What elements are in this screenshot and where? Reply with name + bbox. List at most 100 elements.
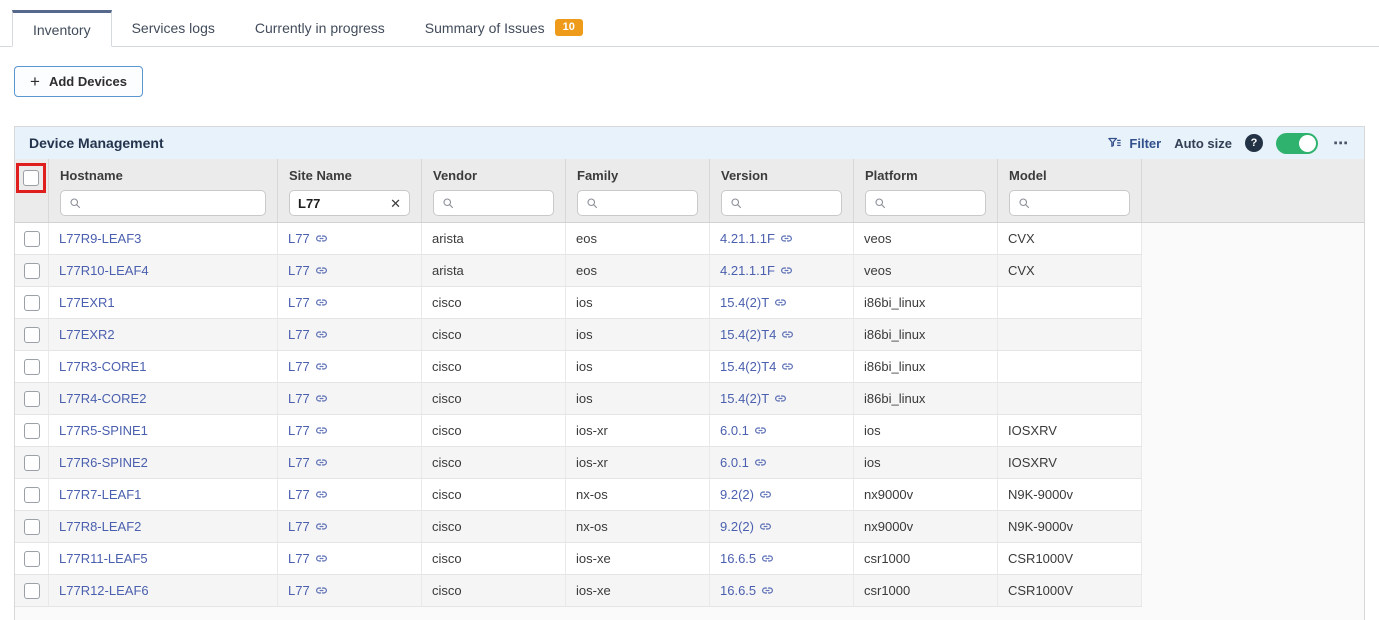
filter-input-version[interactable] bbox=[748, 196, 833, 210]
column-filter-platform[interactable] bbox=[865, 190, 986, 216]
filter-button[interactable]: Filter bbox=[1107, 136, 1161, 151]
site-link-label: L77 bbox=[288, 391, 310, 406]
version-link[interactable]: 16.6.5 bbox=[720, 583, 774, 598]
vendor-cell: cisco bbox=[422, 351, 566, 382]
filter-input-model[interactable] bbox=[1036, 196, 1121, 210]
version-link[interactable]: 15.4(2)T bbox=[720, 391, 787, 406]
site-link[interactable]: L77 bbox=[288, 551, 328, 566]
hostname-link[interactable]: L77R9-LEAF3 bbox=[59, 231, 141, 246]
site-link[interactable]: L77 bbox=[288, 327, 328, 342]
site-link[interactable]: L77 bbox=[288, 519, 328, 534]
hostname-link[interactable]: L77R11-LEAF5 bbox=[59, 551, 148, 566]
hostname-link[interactable]: L77R7-LEAF1 bbox=[59, 487, 141, 502]
version-link[interactable]: 4.21.1.1F bbox=[720, 231, 793, 246]
site-link[interactable]: L77 bbox=[288, 359, 328, 374]
version-link[interactable]: 15.4(2)T4 bbox=[720, 359, 794, 374]
autosize-toggle[interactable] bbox=[1276, 133, 1318, 154]
site-link[interactable]: L77 bbox=[288, 455, 328, 470]
site-link[interactable]: L77 bbox=[288, 487, 328, 502]
site-link[interactable]: L77 bbox=[288, 391, 328, 406]
site-link[interactable]: L77 bbox=[288, 263, 328, 278]
add-devices-button[interactable]: + Add Devices bbox=[14, 66, 143, 97]
hostname-link[interactable]: L77R10-LEAF4 bbox=[59, 263, 149, 278]
row-checkbox[interactable] bbox=[24, 519, 40, 535]
select-all-checkbox[interactable] bbox=[23, 170, 39, 186]
filter-input-family[interactable] bbox=[604, 196, 689, 210]
column-filter-hostname[interactable] bbox=[60, 190, 266, 216]
model-text: N9K-9000v bbox=[1008, 519, 1073, 534]
column-label-model[interactable]: Model bbox=[1009, 168, 1130, 183]
hostname-link[interactable]: L77R5-SPINE1 bbox=[59, 423, 148, 438]
version-link[interactable]: 15.4(2)T4 bbox=[720, 327, 794, 342]
version-link[interactable]: 6.0.1 bbox=[720, 455, 767, 470]
row-checkbox[interactable] bbox=[24, 327, 40, 343]
row-checkbox[interactable] bbox=[24, 295, 40, 311]
tab-inventory[interactable]: Inventory bbox=[12, 10, 112, 47]
version-link[interactable]: 6.0.1 bbox=[720, 423, 767, 438]
column-label-vendor[interactable]: Vendor bbox=[433, 168, 554, 183]
link-icon bbox=[754, 456, 767, 469]
tab-services-logs-label: Services logs bbox=[132, 20, 215, 36]
row-checkbox[interactable] bbox=[24, 551, 40, 567]
more-options-icon[interactable]: ⋯ bbox=[1331, 134, 1350, 152]
family-cell: eos bbox=[566, 223, 710, 254]
hostname-link[interactable]: L77R8-LEAF2 bbox=[59, 519, 141, 534]
table-row: L77EXR2L77ciscoios15.4(2)T4i86bi_linux bbox=[15, 319, 1142, 351]
row-checkbox-cell bbox=[15, 255, 49, 286]
site-link[interactable]: L77 bbox=[288, 295, 328, 310]
column-filter-site[interactable]: ✕ bbox=[289, 190, 410, 216]
column-filter-vendor[interactable] bbox=[433, 190, 554, 216]
row-checkbox[interactable] bbox=[24, 231, 40, 247]
clear-filter-icon[interactable]: ✕ bbox=[390, 197, 401, 210]
column-filter-family[interactable] bbox=[577, 190, 698, 216]
column-label-platform[interactable]: Platform bbox=[865, 168, 986, 183]
tab-currently-in-progress[interactable]: Currently in progress bbox=[235, 9, 405, 46]
row-checkbox[interactable] bbox=[24, 391, 40, 407]
family-text: ios-xe bbox=[576, 551, 611, 566]
tab-summary-of-issues[interactable]: Summary of Issues 10 bbox=[405, 9, 603, 46]
row-checkbox[interactable] bbox=[24, 423, 40, 439]
site-cell: L77 bbox=[278, 287, 422, 318]
column-label-site[interactable]: Site Name bbox=[289, 168, 410, 183]
row-checkbox[interactable] bbox=[24, 583, 40, 599]
site-link[interactable]: L77 bbox=[288, 231, 328, 246]
filter-input-vendor[interactable] bbox=[460, 196, 545, 210]
column-filter-version[interactable] bbox=[721, 190, 842, 216]
hostname-link[interactable]: L77EXR1 bbox=[59, 295, 115, 310]
link-icon bbox=[774, 296, 787, 309]
hostname-link[interactable]: L77R12-LEAF6 bbox=[59, 583, 149, 598]
tab-services-logs[interactable]: Services logs bbox=[112, 9, 235, 46]
filter-input-hostname[interactable] bbox=[87, 196, 257, 210]
platform-cell: nx9000v bbox=[854, 479, 998, 510]
row-checkbox-cell bbox=[15, 447, 49, 478]
column-label-version[interactable]: Version bbox=[721, 168, 842, 183]
hostname-link[interactable]: L77R6-SPINE2 bbox=[59, 455, 148, 470]
row-checkbox-cell bbox=[15, 543, 49, 574]
filter-input-site[interactable] bbox=[298, 196, 384, 211]
row-checkbox[interactable] bbox=[24, 455, 40, 471]
version-link[interactable]: 4.21.1.1F bbox=[720, 263, 793, 278]
site-link[interactable]: L77 bbox=[288, 583, 328, 598]
version-link[interactable]: 9.2(2) bbox=[720, 487, 772, 502]
vendor-cell: cisco bbox=[422, 575, 566, 606]
column-filter-model[interactable] bbox=[1009, 190, 1130, 216]
column-header-hostname: Hostname bbox=[49, 159, 278, 222]
hostname-link[interactable]: L77R3-CORE1 bbox=[59, 359, 146, 374]
hostname-link[interactable]: L77EXR2 bbox=[59, 327, 115, 342]
version-link[interactable]: 15.4(2)T bbox=[720, 295, 787, 310]
site-link-label: L77 bbox=[288, 455, 310, 470]
row-checkbox[interactable] bbox=[24, 487, 40, 503]
site-link[interactable]: L77 bbox=[288, 423, 328, 438]
version-link[interactable]: 9.2(2) bbox=[720, 519, 772, 534]
help-icon[interactable]: ? bbox=[1245, 134, 1263, 152]
version-link[interactable]: 16.6.5 bbox=[720, 551, 774, 566]
column-label-hostname[interactable]: Hostname bbox=[60, 168, 266, 183]
hostname-link[interactable]: L77R4-CORE2 bbox=[59, 391, 146, 406]
row-checkbox[interactable] bbox=[24, 263, 40, 279]
column-label-family[interactable]: Family bbox=[577, 168, 698, 183]
site-cell: L77 bbox=[278, 447, 422, 478]
filter-input-platform[interactable] bbox=[892, 196, 977, 210]
platform-cell: ios bbox=[854, 415, 998, 446]
row-checkbox[interactable] bbox=[24, 359, 40, 375]
platform-cell: veos bbox=[854, 255, 998, 286]
